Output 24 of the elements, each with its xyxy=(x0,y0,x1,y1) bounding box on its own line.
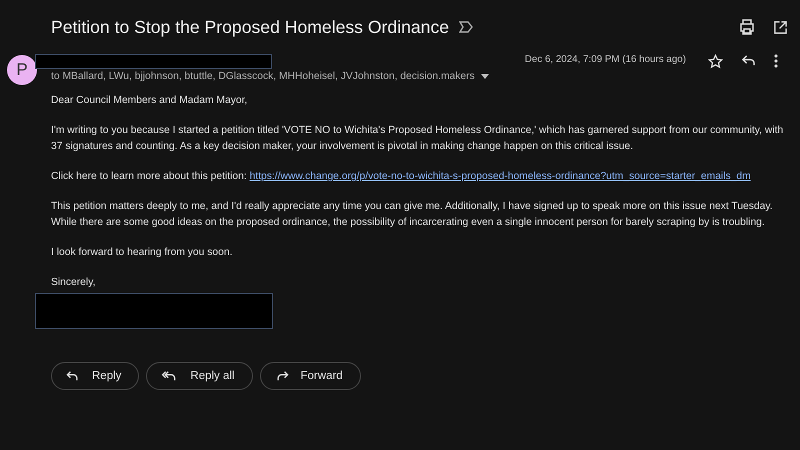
sender-avatar: P xyxy=(7,55,37,85)
petition-link[interactable]: https://www.change.org/p/vote-no-to-wichita-s-proposed-homeless-ordinance?utm_source=starter_emails_dm xyxy=(250,171,751,182)
forward-button[interactable]: Forward xyxy=(260,362,361,390)
email-subject: Petition to Stop the Proposed Homeless Ordinance xyxy=(51,16,450,38)
recipients-list: to MBallard, LWu, bjjohnson, btuttle, DGlasscock, MHHoheisel, JVJohnston, decision.makers xyxy=(51,71,475,82)
reply-icon xyxy=(66,370,80,382)
body-paragraph: I look forward to hearing from you soon. xyxy=(51,246,234,260)
open-in-new-window-icon[interactable] xyxy=(773,20,788,34)
reply-all-icon xyxy=(161,370,178,382)
label-icon[interactable] xyxy=(459,21,474,33)
body-paragraph: Dear Council Members and Madam Mayor, xyxy=(51,94,248,108)
dropdown-caret-icon[interactable] xyxy=(480,74,489,79)
body-paragraph: I'm writing to you because I started a petition titled 'VOTE NO to Wichita's Proposed Homeless Ordinance,' which has garnered support from our community, with 37 signatures and counting. As a key decision maker, your involvement is pivotal in making change happen on this critical issue. xyxy=(51,124,784,154)
star-icon[interactable] xyxy=(708,54,723,69)
reply-icon[interactable] xyxy=(741,54,756,67)
forward-icon xyxy=(274,370,289,382)
email-date: Dec 6, 2024, 7:09 PM (16 hours ago) xyxy=(524,54,686,65)
body-paragraph: Click here to learn more about this petition: https://www.change.org/p/vote-no-to-wichita-s-proposed-homeless-ordinance?utm_source=starter_emails_dm xyxy=(51,170,752,184)
more-options-icon[interactable] xyxy=(774,54,778,68)
reply-button[interactable]: Reply xyxy=(51,362,140,390)
body-paragraph: This petition matters deeply to me, and I'd really appreciate any time you can give me. Additionally, I have signed up to speak more on this issue next Tuesday. While there are some good ideas on the proposed ordinance, the possibility of incarcerating even a single innocent person for barely scraping by is troubling. xyxy=(51,200,774,230)
print-icon[interactable] xyxy=(739,19,755,35)
body-paragraph: Sincerely, xyxy=(51,276,96,290)
reply-all-button[interactable]: Reply all xyxy=(146,362,253,390)
